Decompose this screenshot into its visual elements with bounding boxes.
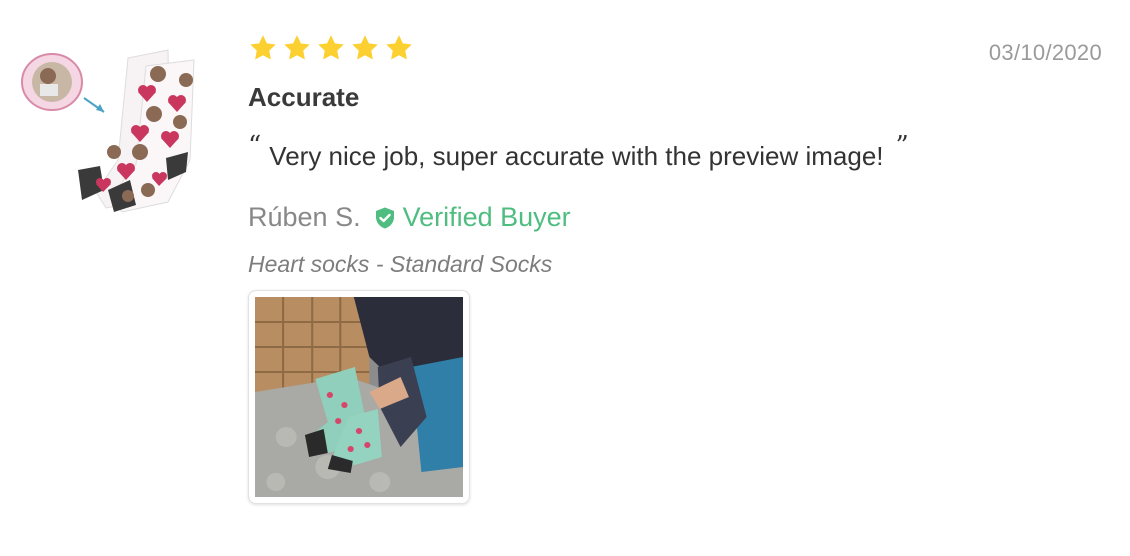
review-date: 03/10/2020	[988, 40, 1102, 65]
review-photo[interactable]	[248, 290, 470, 504]
customer-photo-image	[255, 297, 463, 497]
star-icon	[384, 33, 414, 63]
review-card: 03/10/2020 Accurate “ Very nice job, sup…	[0, 0, 1130, 556]
heart-socks-product-image	[21, 49, 195, 213]
product-variant: Heart socks - Standard Socks	[248, 251, 553, 277]
star-icon	[316, 33, 346, 63]
close-quote-mark: ”	[895, 131, 909, 161]
author-line: Rúben S. Verified Buyer	[248, 202, 1108, 233]
author-name: Rúben S.	[248, 202, 361, 232]
star-icon	[248, 33, 278, 63]
open-quote-mark: “	[248, 131, 262, 161]
star-icon	[282, 33, 312, 63]
verified-buyer-label: Verified Buyer	[402, 202, 571, 232]
review-body-text: Very nice job, super accurate with the p…	[269, 141, 884, 171]
product-thumbnail[interactable]	[18, 40, 208, 225]
review-body: “ Very nice job, super accurate with the…	[248, 131, 1108, 172]
shield-check-icon	[373, 206, 397, 230]
review-content: 03/10/2020 Accurate “ Very nice job, sup…	[248, 30, 1108, 504]
star-rating	[248, 30, 1108, 66]
star-icon	[350, 33, 380, 63]
review-title: Accurate	[248, 82, 360, 112]
